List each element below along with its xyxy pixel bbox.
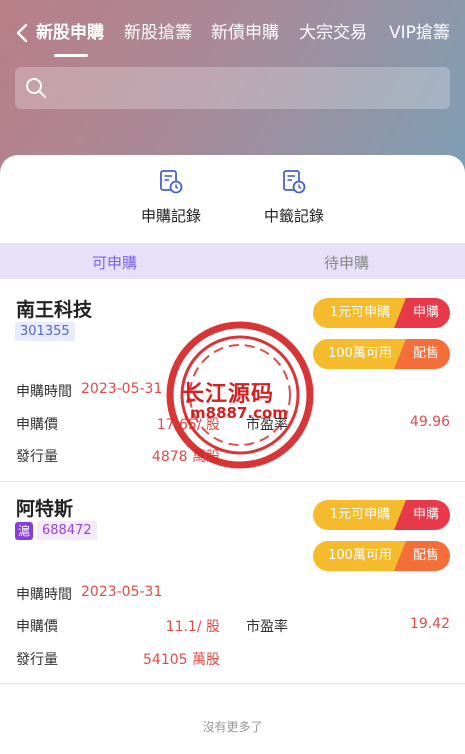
issue-volume: 4878 萬股 <box>151 449 220 465</box>
tab-available[interactable]: 可申購 <box>92 252 137 273</box>
subscribe-date: 2023-05-31 <box>81 584 163 600</box>
tab-new-stock-grab[interactable]: 新股搶籌 <box>124 18 192 43</box>
subscribe-amount-label: 1元可申購 <box>313 500 407 530</box>
pe-label: 市盈率 <box>246 619 288 635</box>
win-records-button[interactable]: 中籤記錄 <box>255 169 333 226</box>
tab-new-bond-subscribe[interactable]: 新債申購 <box>211 18 279 43</box>
market-badge: 滬 <box>15 522 33 540</box>
subscribe-records-button[interactable]: 申購記錄 <box>132 169 210 226</box>
stock-name: 南王科技 <box>16 299 93 321</box>
active-tab-indicator <box>54 54 88 57</box>
subscribe-button[interactable]: 1元可申購 申購 <box>313 298 450 328</box>
pe-value: 49.96 <box>409 414 450 430</box>
allotment-amount-label: 100萬可用 <box>313 541 407 571</box>
issue-label: 發行量 <box>16 652 58 668</box>
card-divider <box>0 481 465 482</box>
stock-code: 688472 <box>37 521 97 540</box>
price-label: 申購價 <box>16 417 58 433</box>
card-divider <box>0 683 465 684</box>
search-icon <box>26 78 47 99</box>
subscribe-price: 11.1/ 股 <box>165 619 220 635</box>
record-icon <box>283 170 306 194</box>
stock-code: 301355 <box>15 322 75 341</box>
subscribe-records-label: 申購記錄 <box>140 207 201 225</box>
top-nav: 新股申購 新股搶籌 新債申購 大宗交易 VIP搶籌 <box>0 16 465 57</box>
tab-pending[interactable]: 待申購 <box>324 252 369 273</box>
date-label: 申購時間 <box>16 587 72 603</box>
issue-volume: 54105 萬股 <box>143 652 220 668</box>
allotment-button[interactable]: 100萬可用 配售 <box>313 541 450 571</box>
back-arrow-icon[interactable] <box>12 22 34 44</box>
no-more-text: 沒有更多了 <box>202 720 263 734</box>
tab-vip-grab[interactable]: VIP搶籌 <box>389 18 450 43</box>
stock-name: 阿特斯 <box>16 498 74 520</box>
search-input[interactable] <box>15 67 450 109</box>
tab-new-stock-subscribe[interactable]: 新股申購 <box>36 18 104 43</box>
subscription-subtabs: 可申購 待申購 <box>0 243 465 279</box>
pe-value: 19.42 <box>409 616 450 632</box>
win-records-label: 中籤記錄 <box>263 207 324 225</box>
allotment-button[interactable]: 100萬可用 配售 <box>313 339 450 369</box>
subscribe-price: 17.65/ 股 <box>156 417 220 433</box>
subscribe-button[interactable]: 1元可申購 申購 <box>313 500 450 530</box>
tab-block-trade[interactable]: 大宗交易 <box>299 18 367 43</box>
pe-label: 市盈率 <box>246 417 288 433</box>
header: 新股申購 新股搶籌 新債申購 大宗交易 VIP搶籌 <box>0 0 465 175</box>
allotment-amount-label: 100萬可用 <box>313 339 407 369</box>
issue-label: 發行量 <box>16 449 58 465</box>
subscribe-amount-label: 1元可申購 <box>313 298 407 328</box>
content-panel: 申購記錄 中籤記錄 可申購 待申購 南王科技 301355 1元可申購 申購 1… <box>0 155 465 754</box>
subscribe-date: 2023-05-31 <box>81 381 163 397</box>
price-label: 申購價 <box>16 619 58 635</box>
date-label: 申購時間 <box>16 384 72 400</box>
record-icon <box>160 170 183 194</box>
